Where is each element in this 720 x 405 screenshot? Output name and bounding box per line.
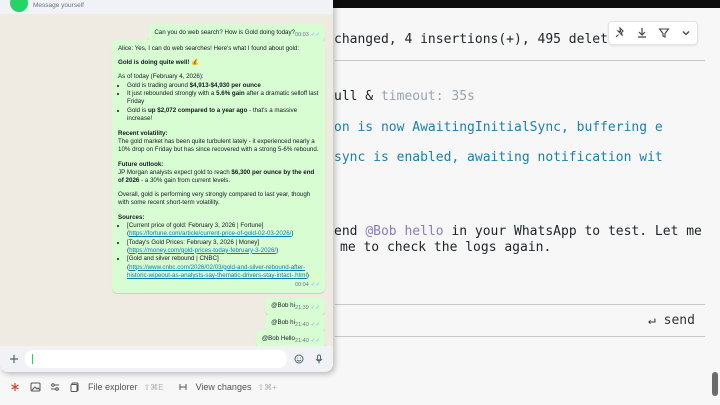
pin-icon[interactable]: [609, 22, 631, 44]
source-item: [Current price of gold: February 3, 2026…: [127, 222, 319, 238]
sources-title: Sources:: [118, 213, 145, 221]
outlook-title: Future outlook:: [118, 160, 164, 168]
file-explorer-shortcut: ⇧⌘E: [143, 382, 164, 392]
source-item: [Today's Gold Prices: February 3, 2026 |…: [127, 239, 319, 255]
chat-header[interactable]: Message yourself: [0, 0, 333, 14]
view-changes-icon[interactable]: [176, 380, 190, 394]
read-ticks-icon: ✓✓: [310, 321, 320, 328]
overall-text: Overall, gold is performing very strongl…: [118, 191, 311, 207]
source-link[interactable]: https://fortune.com/article/current-pric…: [129, 230, 291, 237]
message-text: @Bob Hello: [261, 335, 295, 342]
emoji-icon[interactable]: [291, 351, 307, 367]
terminal-line-git-summary: changed, 4 insertions(+), 495 deletions(…: [334, 32, 655, 47]
message-meta: 21:39 ✓✓: [295, 304, 320, 311]
whatsapp-window: Message yourself Can you do web search? …: [0, 0, 333, 372]
chat-messages[interactable]: Can you do web search? How is Gold doing…: [0, 14, 333, 349]
terminal-toolbar: [608, 21, 698, 45]
settings-sliders-icon[interactable]: [48, 380, 62, 394]
status-bar: File explorer ⇧⌘E View changes ⇧⌘+: [0, 377, 277, 397]
message-meta: 00:04 ✓✓: [295, 282, 320, 289]
message-meta: 00:03 ✓✓: [295, 31, 320, 38]
file-explorer-label[interactable]: File explorer: [88, 382, 138, 392]
view-changes-label[interactable]: View changes: [196, 382, 252, 392]
read-ticks-icon: ✓✓: [310, 304, 320, 311]
view-changes-shortcut: ⇧⌘+: [257, 382, 277, 392]
asterisk-icon[interactable]: [8, 380, 22, 394]
read-ticks-icon: ✓✓: [310, 282, 320, 289]
scrollbar-thumb[interactable]: [712, 372, 718, 396]
text-caret: [32, 354, 33, 364]
terminal-line-notification: sync is enabled, awaiting notification w…: [334, 150, 663, 165]
image-icon[interactable]: [28, 380, 42, 394]
filter-icon[interactable]: [653, 22, 675, 44]
terminal-line-sync-state: on is now AwaitingInitialSync, buffering…: [334, 120, 663, 135]
message-asof: As of today (February 4, 2026):: [118, 73, 204, 81]
source-item: [Gold and silver rebound | CNBC](https:/…: [127, 255, 319, 280]
download-icon[interactable]: [631, 22, 653, 44]
message-text: @Bob hi: [271, 302, 295, 309]
message-input[interactable]: [25, 350, 287, 368]
message-text: Can you do web search? How is Gold doing…: [154, 29, 295, 36]
volatility-text: The gold market has been quite turbulent…: [118, 138, 319, 154]
source-link[interactable]: https://www.cnbc.com/2026/02/03/gold-and…: [127, 264, 307, 279]
terminal-line-logs: me to check the logs again.: [340, 240, 552, 255]
source-link[interactable]: https://money.com/gold-prices-today-febr…: [129, 247, 276, 254]
price-bullets: Gold is trading around $4,913-$4,930 per…: [118, 82, 319, 124]
input-divider-top: [335, 304, 705, 305]
message-intro: Alice: Yes, I can do web searches! Here'…: [118, 45, 300, 52]
microphone-icon[interactable]: [311, 351, 327, 367]
sources-list: [Current price of gold: February 3, 2026…: [118, 222, 319, 280]
message-bubble-gold-answer[interactable]: Alice: Yes, I can do web searches! Here'…: [112, 40, 325, 293]
divider: [335, 60, 705, 61]
read-ticks-icon: ✓✓: [310, 337, 320, 344]
read-ticks-icon: ✓✓: [310, 31, 320, 38]
terminal-line-test-hint: end @Bob hello in your WhatsApp to test.…: [334, 224, 702, 239]
input-divider-bottom: [335, 336, 705, 337]
message-meta: 21:40 ✓✓: [295, 337, 320, 344]
message-headline: Gold is doing quite well! 💰: [118, 59, 199, 67]
message-text: @Bob hi: [271, 319, 295, 326]
list-item: Gold is trading around $4,913-$4,930 per…: [127, 82, 319, 90]
message-meta: 21:40 ✓✓: [295, 321, 320, 328]
chevron-down-icon[interactable]: [675, 22, 697, 44]
chat-subtitle: Message yourself: [33, 2, 84, 9]
file-explorer-icon[interactable]: [68, 380, 82, 394]
composer-bar: [0, 346, 333, 372]
message-bubble[interactable]: @Bob hi 21:39 ✓✓: [265, 297, 325, 316]
plus-icon[interactable]: [6, 351, 22, 367]
terminal-line-pull: ull & timeout: 35s: [334, 89, 475, 104]
list-item: Gold is up $2,072 compared to a year ago…: [127, 107, 319, 123]
avatar[interactable]: [10, 0, 28, 12]
list-item: It just rebounded strongly with a 5.6% g…: [127, 90, 319, 106]
send-hint[interactable]: ↵ send: [648, 313, 695, 328]
volatility-title: Recent volatility:: [118, 130, 168, 137]
outlook-text: JP Morgan analysts expect gold to reach …: [118, 168, 315, 184]
